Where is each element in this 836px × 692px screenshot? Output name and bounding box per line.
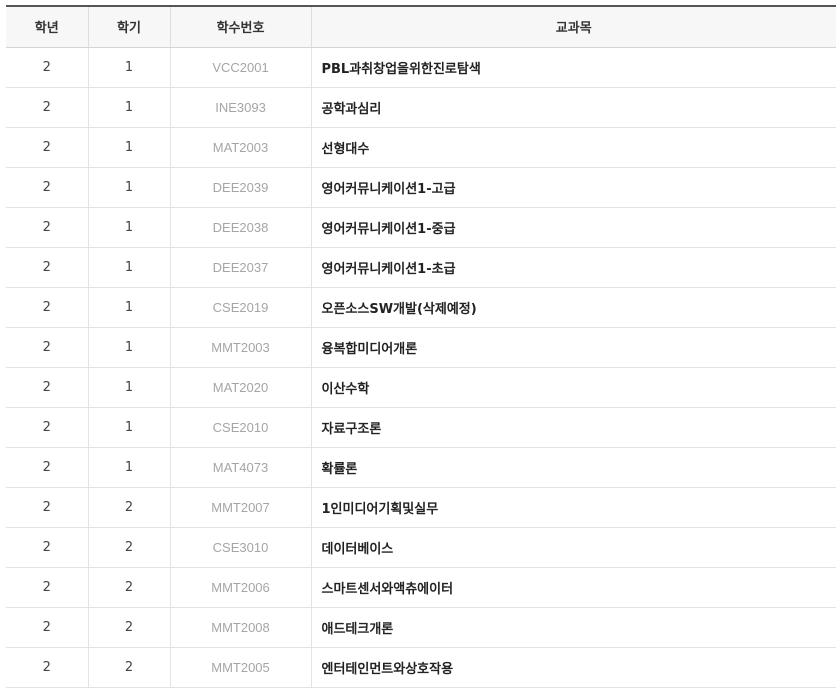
semester-cell: 1 [87, 327, 170, 368]
table-row: 2 1 MAT2003 선형대수 [6, 127, 836, 168]
course-code-cell: DEE2039 [169, 167, 311, 208]
table-row: 2 1 INE3093 공학과심리 [6, 87, 836, 128]
table-row: 2 1 VCC2001 PBL과취창업을위한진로탐색 [6, 47, 836, 88]
grade-cell: 2 [6, 607, 88, 648]
course-code-cell: MMT2008 [169, 607, 311, 648]
table-row: 2 2 MMT2005 엔터테인먼트와상호작용 [6, 647, 836, 688]
table-body: 2 1 VCC2001 PBL과취창업을위한진로탐색 2 1 INE3093 공학과심리 2 1 M… [6, 47, 836, 688]
course-code-cell: MMT2007 [169, 487, 311, 528]
semester-cell: 1 [87, 47, 170, 88]
course-name-cell: 1인미디어기획및실무 [310, 487, 836, 528]
grade-cell: 2 [6, 487, 88, 528]
table-row: 2 1 DEE2039 영어커뮤니케이션1-고급 [6, 167, 836, 208]
grade-cell: 2 [6, 327, 88, 368]
course-name-cell: 애드테크개론 [310, 607, 836, 648]
course-code-cell: MMT2003 [169, 327, 311, 368]
curriculum-table: 학년 학기 학수번호 교과목 2 1 VCC2001 PBL과취창업을위한진로탐색 2 1… [6, 5, 836, 688]
table-row: 2 2 MMT2008 애드테크개론 [6, 607, 836, 648]
semester-cell: 2 [87, 607, 170, 648]
semester-cell: 1 [87, 287, 170, 328]
grade-cell: 2 [6, 407, 88, 448]
course-name-cell: 데이터베이스 [310, 527, 836, 568]
semester-cell: 2 [87, 487, 170, 528]
semester-cell: 1 [87, 407, 170, 448]
grade-cell: 2 [6, 567, 88, 608]
course-name-cell: 선형대수 [310, 127, 836, 168]
header-course-name: 교과목 [310, 5, 836, 48]
table-row: 2 2 CSE3010 데이터베이스 [6, 527, 836, 568]
semester-cell: 1 [87, 447, 170, 488]
course-code-cell: VCC2001 [169, 47, 311, 88]
course-name-cell: 영어커뮤니케이션1-중급 [310, 207, 836, 248]
course-name-cell: 자료구조론 [310, 407, 836, 448]
header-course-code: 학수번호 [169, 5, 311, 48]
header-semester: 학기 [87, 5, 170, 48]
course-name-cell: 융복합미디어개론 [310, 327, 836, 368]
table-row: 2 1 MAT4073 확률론 [6, 447, 836, 488]
semester-cell: 1 [87, 87, 170, 128]
course-name-cell: 엔터테인먼트와상호작용 [310, 647, 836, 688]
semester-cell: 1 [87, 167, 170, 208]
header-row: 학년 학기 학수번호 교과목 [6, 5, 836, 48]
course-code-cell: MMT2005 [169, 647, 311, 688]
course-code-cell: INE3093 [169, 87, 311, 128]
grade-cell: 2 [6, 127, 88, 168]
course-code-cell: MAT4073 [169, 447, 311, 488]
course-code-cell: MAT2020 [169, 367, 311, 408]
grade-cell: 2 [6, 47, 88, 88]
grade-cell: 2 [6, 447, 88, 488]
header-grade: 학년 [6, 5, 88, 48]
course-name-cell: 이산수학 [310, 367, 836, 408]
grade-cell: 2 [6, 367, 88, 408]
table-row: 2 2 MMT2007 1인미디어기획및실무 [6, 487, 836, 528]
semester-cell: 2 [87, 647, 170, 688]
course-code-cell: MAT2003 [169, 127, 311, 168]
table-row: 2 1 MMT2003 융복합미디어개론 [6, 327, 836, 368]
semester-cell: 1 [87, 367, 170, 408]
semester-cell: 1 [87, 207, 170, 248]
semester-cell: 1 [87, 247, 170, 288]
grade-cell: 2 [6, 527, 88, 568]
curriculum-table-container: 학년 학기 학수번호 교과목 2 1 VCC2001 PBL과취창업을위한진로탐색 2 1… [6, 5, 836, 688]
course-name-cell: 영어커뮤니케이션1-초급 [310, 247, 836, 288]
table-row: 2 2 MMT2006 스마트센서와액츄에이터 [6, 567, 836, 608]
table-header: 학년 학기 학수번호 교과목 [6, 5, 836, 48]
semester-cell: 2 [87, 567, 170, 608]
course-code-cell: DEE2037 [169, 247, 311, 288]
course-code-cell: CSE2010 [169, 407, 311, 448]
course-name-cell: 스마트센서와액츄에이터 [310, 567, 836, 608]
grade-cell: 2 [6, 87, 88, 128]
grade-cell: 2 [6, 247, 88, 288]
course-name-cell: 공학과심리 [310, 87, 836, 128]
course-name-cell: 영어커뮤니케이션1-고급 [310, 167, 836, 208]
grade-cell: 2 [6, 647, 88, 688]
grade-cell: 2 [6, 167, 88, 208]
course-name-cell: 확률론 [310, 447, 836, 488]
grade-cell: 2 [6, 287, 88, 328]
table-row: 2 1 CSE2019 오픈소스SW개발(삭제예정) [6, 287, 836, 328]
course-code-cell: DEE2038 [169, 207, 311, 248]
semester-cell: 1 [87, 127, 170, 168]
table-row: 2 1 DEE2037 영어커뮤니케이션1-초급 [6, 247, 836, 288]
course-code-cell: CSE3010 [169, 527, 311, 568]
course-name-cell: 오픈소스SW개발(삭제예정) [310, 287, 836, 328]
course-name-cell: PBL과취창업을위한진로탐색 [310, 47, 836, 88]
table-row: 2 1 CSE2010 자료구조론 [6, 407, 836, 448]
course-code-cell: CSE2019 [169, 287, 311, 328]
table-row: 2 1 MAT2020 이산수학 [6, 367, 836, 408]
grade-cell: 2 [6, 207, 88, 248]
course-code-cell: MMT2006 [169, 567, 311, 608]
semester-cell: 2 [87, 527, 170, 568]
table-row: 2 1 DEE2038 영어커뮤니케이션1-중급 [6, 207, 836, 248]
